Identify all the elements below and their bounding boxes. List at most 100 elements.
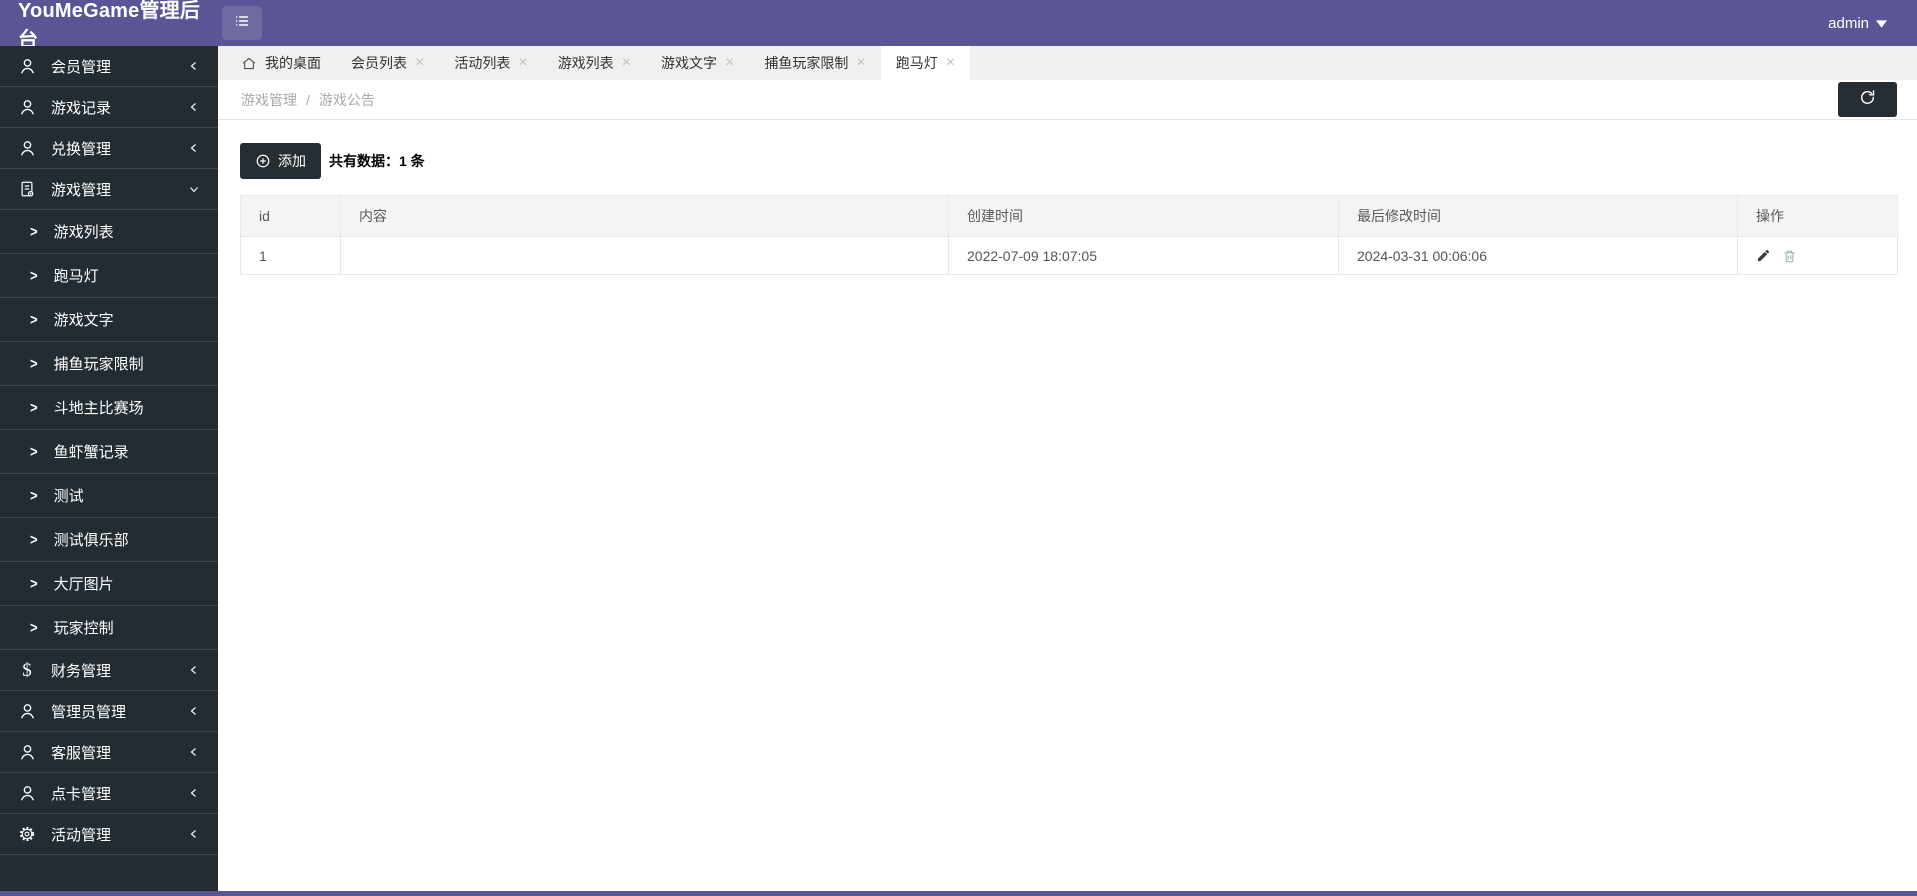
breadcrumb: 游戏管理 / 游戏公告 [241,90,375,110]
sidebar-subitem-fishing-player-limit[interactable]: > 捕鱼玩家限制 [0,342,218,386]
sidebar-subitem-game-list[interactable]: > 游戏列表 [0,210,218,254]
chevron-left-icon [188,60,200,72]
tab-close-icon[interactable]: × [856,55,865,71]
tab-close-icon[interactable]: × [946,55,955,71]
app-title: YouMeGame管理后台 [18,0,201,51]
sidebar-subitem-label: 捕鱼玩家限制 [53,356,144,373]
content-panel: 添加 共有数据：1 条 id 内容 创建时间 最后修改时间 操作 1 2022-07-09… [218,120,1917,891]
tab-label: 会员列表 [351,55,407,71]
sidebar-subitem-label: 游戏文字 [53,312,114,329]
user-icon [16,702,38,721]
sidebar-item-game-records[interactable]: 游戏记录 [0,87,218,128]
sidebar-subitem-fish-shrimp-crab[interactable]: > 鱼虾蟹记录 [0,430,218,474]
sidebar-subitem-test[interactable]: > 测试 [0,474,218,518]
sidebar-subitem-label: 鱼虾蟹记录 [53,444,129,461]
file-icon [16,180,38,198]
chevron-left-icon [188,705,200,717]
sidebar-subitem-label: 斗地主比赛场 [53,400,144,417]
plus-circle-icon [255,153,271,169]
cell-created: 2022-07-09 18:07:05 [948,236,1339,275]
toolbar: 添加 共有数据：1 条 [240,143,1897,179]
chevron-left-icon [188,746,200,758]
sidebar-subitem-player-control[interactable]: > 玩家控制 [0,606,218,650]
sidebar-subitem-label: 玩家控制 [53,620,114,637]
chevron-right-icon: > [30,486,38,505]
sidebar-item-game-management[interactable]: 游戏管理 [0,169,218,210]
sidebar-subitem-game-text[interactable]: > 游戏文字 [0,298,218,342]
cell-id: 1 [240,236,341,275]
sidebar-item-label: 兑换管理 [51,140,112,158]
sidebar-item-label: 财务管理 [51,662,112,680]
delete-button[interactable] [1782,248,1797,264]
user-icon [16,57,38,76]
main-area: 我的桌面 会员列表 × 活动列表 × 游戏列表 × 游戏文字 × 捕鱼玩家限制 × 跑马灯 × 游戏管理… [218,46,1917,891]
tab-game-list[interactable]: 游戏列表 × [543,46,646,80]
sidebar-item-admin-management[interactable]: 管理员管理 [0,691,218,732]
chevron-right-icon: > [30,310,38,329]
sidebar-item-finance-management[interactable]: $ 财务管理 [0,650,218,691]
refresh-button[interactable] [1838,82,1897,117]
sidebar-subitem-lobby-images[interactable]: > 大厅图片 [0,562,218,606]
gear-icon [16,825,38,843]
sidebar-subitem-label: 跑马灯 [53,268,99,285]
tab-member-list[interactable]: 会员列表 × [336,46,439,80]
tab-close-icon[interactable]: × [415,55,424,71]
column-header: 最后修改时间 [1338,195,1738,237]
tab-fishing-player-limit[interactable]: 捕鱼玩家限制 × [749,46,880,80]
sidebar-subitem-label: 大厅图片 [53,576,114,593]
sidebar-item-exchange-management[interactable]: 兑换管理 [0,128,218,169]
breadcrumb-parent[interactable]: 游戏管理 [241,90,297,110]
caret-down-icon [1876,15,1887,32]
user-icon [16,784,38,803]
user-menu[interactable]: admin [1828,15,1887,32]
sidebar-toggle-button[interactable] [222,6,262,40]
tab-bar: 我的桌面 会员列表 × 活动列表 × 游戏列表 × 游戏文字 × 捕鱼玩家限制 × 跑马灯 × [218,46,1917,80]
tab-close-icon[interactable]: × [622,55,631,71]
sidebar-item-activity-management[interactable]: 活动管理 [0,814,218,855]
chevron-right-icon: > [30,442,38,461]
column-header: 操作 [1737,195,1898,237]
sidebar-item-label: 客服管理 [51,744,112,762]
column-header: 创建时间 [948,195,1339,237]
dollar-icon: $ [22,659,32,681]
sidebar-item-label: 管理员管理 [51,703,127,721]
row-actions [1756,248,1879,264]
column-header: 内容 [340,195,949,237]
tab-game-text[interactable]: 游戏文字 × [646,46,749,80]
add-button[interactable]: 添加 [240,143,321,179]
breadcrumb-current: 游戏公告 [318,91,375,108]
tab-activity-list[interactable]: 活动列表 × [439,46,542,80]
sidebar-subitem-label: 测试 [53,488,84,505]
pencil-icon [1756,248,1771,263]
sidebar-subitem-marquee[interactable]: > 跑马灯 [0,254,218,298]
user-name: admin [1828,14,1869,32]
edit-button[interactable] [1756,248,1771,263]
sidebar-menu: 会员管理 游戏记录 兑换管理 游戏管理 > 游戏列表 > 跑马灯 > 游戏文字 > 捕鱼玩家限制 > 斗地… [0,46,218,855]
sidebar-item-card-management[interactable]: 点卡管理 [0,773,218,814]
hamburger-icon [233,13,251,34]
tab-label: 我的桌面 [265,55,321,71]
table-header-row: id 内容 创建时间 最后修改时间 操作 [240,195,1898,237]
tab-close-icon[interactable]: × [518,55,527,71]
sidebar-item-label: 游戏记录 [51,99,112,117]
top-header-bar: YouMeGame管理后台 admin [0,0,1917,51]
chevron-right-icon: > [30,574,38,593]
breadcrumb-bar: 游戏管理 / 游戏公告 [218,80,1917,120]
sidebar-subitem-label: 游戏列表 [53,224,114,241]
cell-modified: 2024-03-31 00:06:06 [1338,236,1738,275]
tab-close-icon[interactable]: × [725,55,734,71]
tab-marquee[interactable]: 跑马灯 × [880,46,971,80]
sidebar-item-service-management[interactable]: 客服管理 [0,732,218,773]
chevron-down-icon [188,183,200,195]
user-icon [16,139,38,158]
chevron-right-icon: > [30,222,38,241]
chevron-left-icon [188,787,200,799]
tab-my-desktop[interactable]: 我的桌面 [226,46,336,80]
sidebar-item-label: 活动管理 [51,826,112,844]
sidebar-subitem-label: 测试俱乐部 [53,532,129,549]
user-icon [16,98,38,117]
chevron-right-icon: > [30,266,38,285]
sidebar-subitem-test-club[interactable]: > 测试俱乐部 [0,518,218,562]
sidebar-subitem-landlord-arena[interactable]: > 斗地主比赛场 [0,386,218,430]
sidebar-item-member-management[interactable]: 会员管理 [0,46,218,87]
